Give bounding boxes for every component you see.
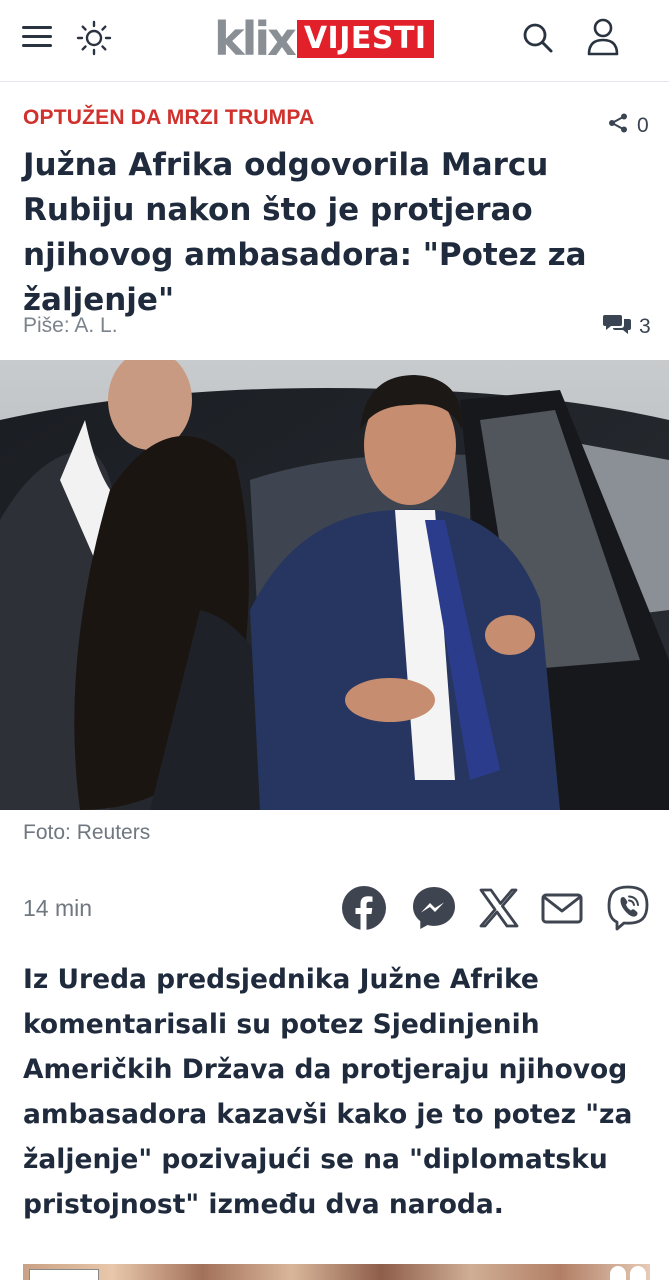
share-count-button[interactable]: 0 <box>607 112 649 140</box>
publish-time: 14 min <box>23 895 93 921</box>
email-icon[interactable] <box>538 884 586 932</box>
article-photo[interactable] <box>0 360 669 810</box>
user-icon[interactable] <box>584 16 622 58</box>
article-author: Piše: A. L. <box>23 314 118 337</box>
comments-icon <box>603 312 631 342</box>
messenger-icon[interactable] <box>410 884 458 932</box>
ad-controls[interactable] <box>610 1266 646 1280</box>
menu-icon[interactable] <box>20 22 54 52</box>
photo-caption: Foto: Reuters <box>23 821 151 844</box>
ad-label-box <box>29 1269 99 1280</box>
logo-klix-text: klix <box>214 12 297 66</box>
article-kicker: OPTUŽEN DA MRZI TRUMPA <box>23 106 315 129</box>
viber-icon[interactable] <box>604 884 652 932</box>
search-icon[interactable] <box>520 20 556 56</box>
comment-count-value: 3 <box>639 315 651 338</box>
article-lead: Iz Ureda predsjednika Južne Afrike komen… <box>23 964 633 1220</box>
ad-close-icon[interactable] <box>630 1266 646 1280</box>
advertisement-banner[interactable] <box>23 1264 650 1280</box>
article-headline: Južna Afrika odgovorila Marcu Rubiju nak… <box>23 147 587 318</box>
facebook-icon[interactable] <box>340 884 388 932</box>
site-logo[interactable]: klix VIJESTI <box>214 14 434 64</box>
top-bar: klix VIJESTI <box>0 0 669 82</box>
comments-button[interactable]: 3 <box>603 312 651 342</box>
sun-icon[interactable] <box>76 20 112 56</box>
share-count-value: 0 <box>637 114 649 137</box>
share-icon <box>607 112 629 140</box>
ad-info-icon[interactable] <box>610 1266 626 1280</box>
logo-section-badge: VIJESTI <box>296 20 434 58</box>
x-icon[interactable] <box>474 884 522 932</box>
